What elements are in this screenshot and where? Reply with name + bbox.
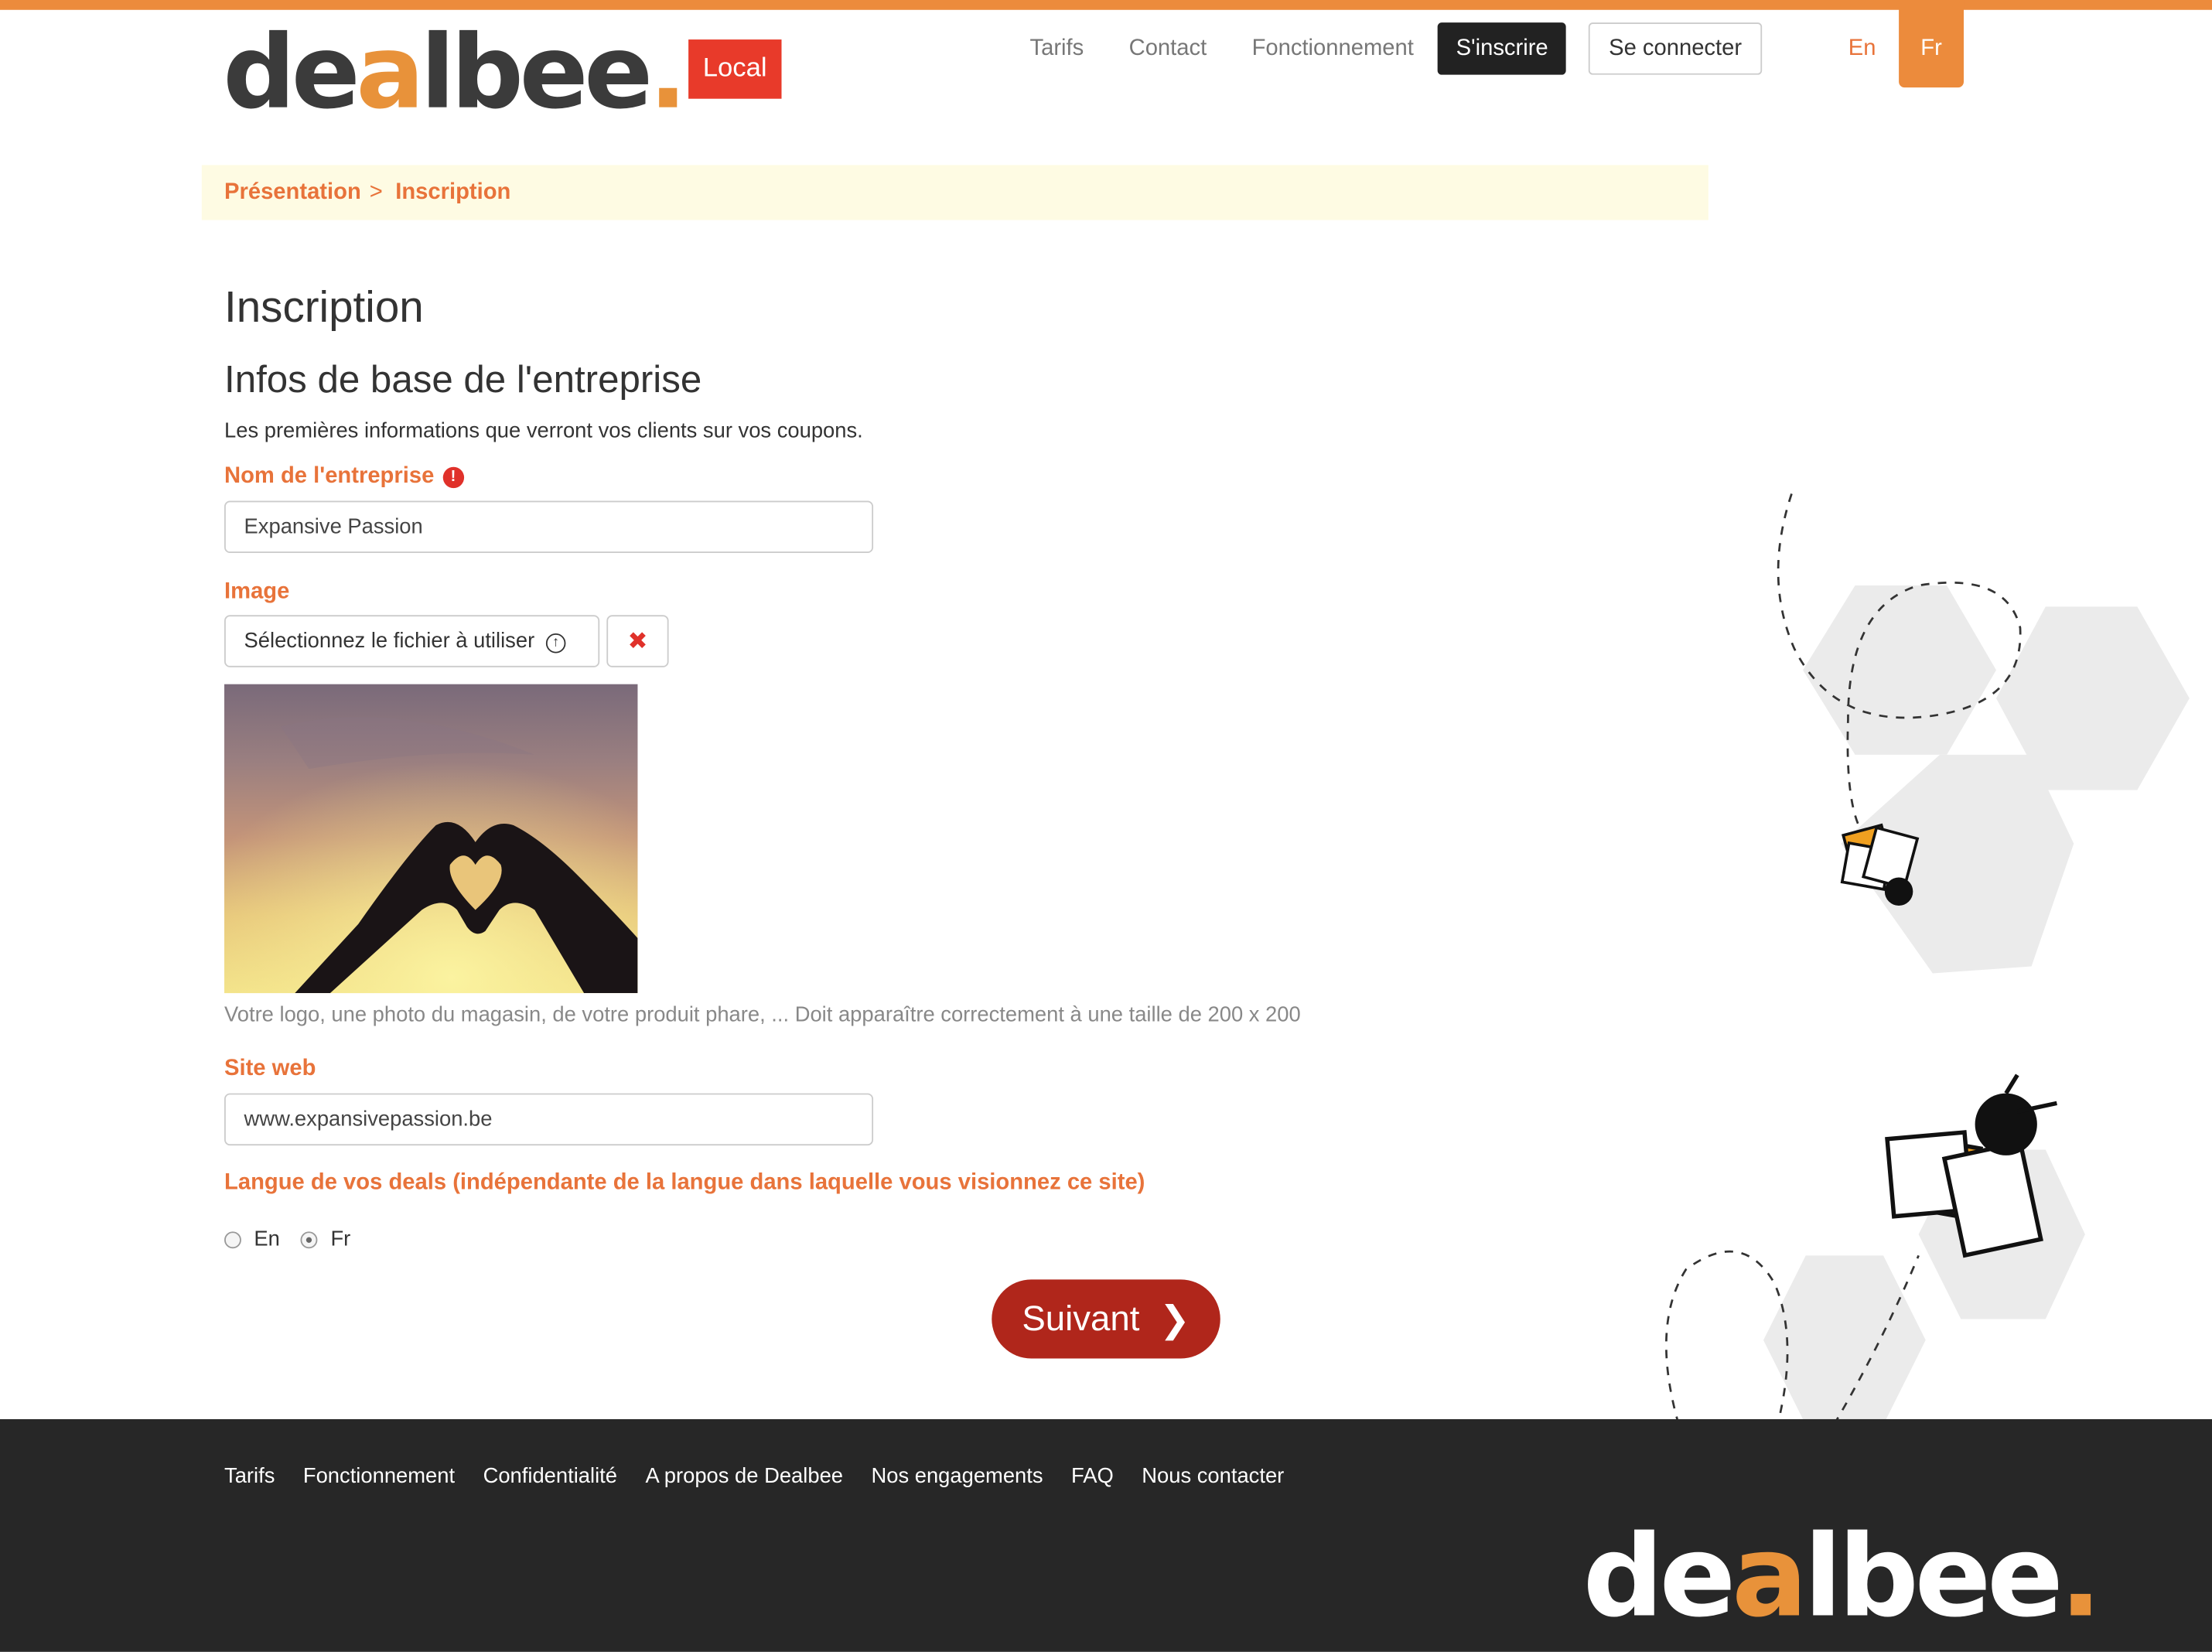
login-button[interactable]: Se connecter	[1589, 22, 1762, 75]
remove-image-button[interactable]: ✖	[606, 615, 669, 667]
select-file-label: Sélectionnez le fichier à utiliser	[244, 629, 535, 654]
breadcrumb-current[interactable]: Inscription	[395, 180, 510, 206]
page-title: Inscription	[224, 282, 424, 332]
website-input[interactable]: www.expansivepassion.be	[224, 1093, 874, 1146]
radio-en-label: En	[254, 1227, 280, 1251]
breadcrumb-separator: >	[369, 179, 383, 204]
footer-link-confidentialite[interactable]: Confidentialité	[483, 1464, 617, 1488]
logo-part-accent: a	[356, 12, 425, 131]
local-badge: Local	[688, 39, 781, 99]
next-button[interactable]: Suivant ❯	[992, 1279, 1220, 1359]
image-label: Image	[224, 579, 290, 604]
company-name-label-text: Nom de l'entreprise	[224, 464, 435, 489]
footer-logo-part-accent: a	[1732, 1510, 1807, 1643]
close-icon: ✖	[627, 627, 648, 655]
heart-hands-photo	[224, 684, 638, 994]
footer-logo[interactable]: dealbee.	[1583, 1520, 2103, 1633]
breadcrumb-home[interactable]: Présentation	[224, 180, 361, 206]
website-label: Site web	[224, 1056, 316, 1081]
chevron-right-icon: ❯	[1159, 1297, 1190, 1340]
footer-logo-part: lbee	[1804, 1510, 2064, 1643]
footer-link-fonctionnement[interactable]: Fonctionnement	[303, 1464, 455, 1488]
footer-logo-dot: .	[2059, 1510, 2103, 1643]
radio-en[interactable]	[224, 1230, 241, 1248]
section-intro: Les premières informations que verront v…	[224, 418, 863, 443]
radio-fr[interactable]	[301, 1230, 319, 1248]
footer-link-faq[interactable]: FAQ	[1071, 1464, 1114, 1488]
footer-links: Tarifs Fonctionnement Confidentialité A …	[224, 1464, 1313, 1488]
language-fr-tab[interactable]: Fr	[1899, 0, 1965, 88]
nav-contact[interactable]: Contact	[1129, 22, 1207, 74]
deal-language-label: Langue de vos deals (indépendante de la …	[224, 1170, 1145, 1195]
nav-tarifs[interactable]: Tarifs	[1030, 22, 1084, 74]
dealbee-logo[interactable]: dealbee. Local	[223, 21, 781, 123]
signup-button[interactable]: S'inscrire	[1437, 22, 1567, 75]
language-en-link[interactable]: En	[1828, 12, 1896, 87]
deal-language-radios: En Fr	[224, 1227, 372, 1251]
nav-fonctionnement[interactable]: Fonctionnement	[1252, 22, 1414, 74]
footer-link-tarifs[interactable]: Tarifs	[224, 1464, 275, 1488]
logo-part: de	[223, 12, 360, 131]
footer-link-engagements[interactable]: Nos engagements	[871, 1464, 1043, 1488]
radio-fr-label: Fr	[330, 1227, 351, 1251]
footer: Tarifs Fonctionnement Confidentialité A …	[0, 1418, 2212, 1652]
logo-wordmark: dealbee.	[223, 21, 688, 122]
company-name-input[interactable]: Expansive Passion	[224, 500, 874, 554]
hexagon-shape	[1803, 585, 1996, 755]
logo-dot: .	[648, 12, 688, 131]
logo-part: lbee	[420, 12, 653, 131]
required-icon: !	[442, 466, 464, 489]
company-name-label: Nom de l'entreprise!	[224, 464, 464, 490]
upload-icon: ↑	[545, 633, 566, 654]
image-help-text: Votre logo, une photo du magasin, de vot…	[224, 1002, 1301, 1027]
next-button-label: Suivant	[1022, 1298, 1140, 1339]
footer-logo-part: de	[1582, 1510, 1736, 1643]
footer-link-about[interactable]: A propos de Dealbee	[645, 1464, 843, 1488]
footer-link-contact[interactable]: Nous contacter	[1142, 1464, 1284, 1488]
breadcrumb: Présentation > Inscription	[201, 165, 1708, 220]
top-accent-bar	[0, 0, 2212, 10]
main-nav: Tarifs Contact Fonctionnement S'inscrire…	[1030, 22, 1762, 75]
section-title: Infos de base de l'entreprise	[224, 358, 702, 401]
bee-illustration	[1665, 493, 2190, 1425]
select-file-button[interactable]: Sélectionnez le fichier à utiliser ↑	[224, 615, 600, 667]
image-preview	[224, 684, 638, 994]
